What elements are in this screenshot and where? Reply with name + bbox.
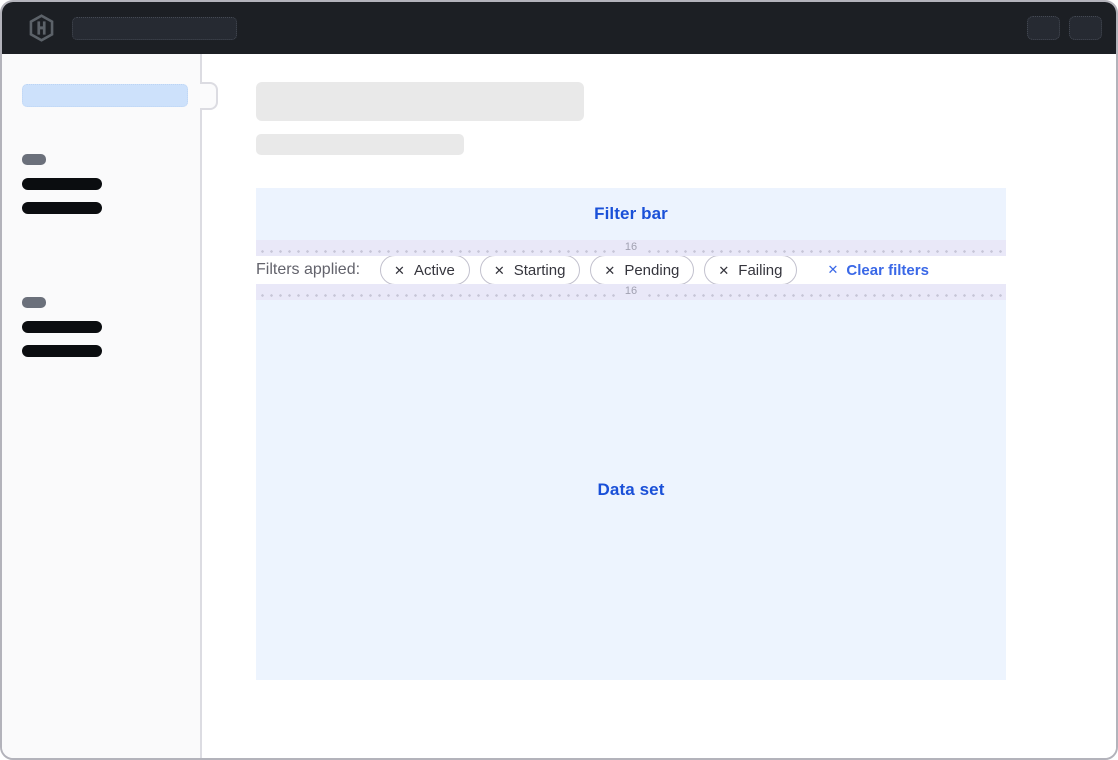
filter-tag-label: Failing [738,262,782,279]
filter-tag-starting[interactable]: ✕ Starting [480,255,581,285]
sidebar-nav-item-skeleton[interactable] [22,202,102,214]
clear-filters-link[interactable]: ✕ Clear filters [827,262,928,279]
dismiss-icon: ✕ [827,262,838,278]
annotated-layout: Filter bar 16 Filters applied: ✕ Active … [256,188,1006,680]
spacing-annotation-bottom: 16 [256,284,1006,300]
sidebar-nav-item-skeleton[interactable] [22,345,102,357]
spacing-value: 16 [617,240,645,254]
filter-tag-active[interactable]: ✕ Active [380,255,470,285]
filter-tag-label: Pending [624,262,679,279]
sidebar-section-label-skeleton [22,154,46,165]
spacing-value: 16 [617,284,645,298]
search-input-skeleton[interactable] [72,17,237,40]
filters-applied-label: Filters applied: [256,261,360,279]
dismiss-icon[interactable]: ✕ [394,264,405,277]
sidebar-active-item-skeleton[interactable] [22,84,188,107]
dismiss-icon[interactable]: ✕ [604,264,615,277]
page-title-skeleton [256,82,584,121]
filter-tag-label: Active [414,262,455,279]
sidebar [2,54,202,758]
filter-tag-pending[interactable]: ✕ Pending [590,255,694,285]
clear-filters-label: Clear filters [846,262,929,279]
filter-tag-failing[interactable]: ✕ Failing [704,255,797,285]
filter-tag-label: Starting [514,262,566,279]
sidebar-section-label-skeleton [22,297,46,308]
topbar-action-button-skeleton[interactable] [1069,16,1102,40]
hashicorp-logo-icon [28,14,55,42]
sidebar-nav-item-skeleton[interactable] [22,321,102,333]
top-nav-bar [2,2,1116,54]
sidebar-nav-item-skeleton[interactable] [22,178,102,190]
page-subtitle-skeleton [256,134,464,155]
main-content: Filter bar 16 Filters applied: ✕ Active … [202,54,1116,758]
data-set-region: Data set [256,300,1006,680]
dismiss-icon[interactable]: ✕ [718,264,729,277]
app-window: Filter bar 16 Filters applied: ✕ Active … [0,0,1118,760]
filter-bar-region: Filter bar [256,188,1006,240]
spacing-annotation-top: 16 [256,240,1006,256]
data-set-annotation: Data set [598,480,665,500]
sidebar-collapse-handle[interactable] [200,82,218,110]
filter-bar-annotation: Filter bar [594,204,668,224]
topbar-action-button-skeleton[interactable] [1027,16,1060,40]
filter-tag-list: ✕ Active ✕ Starting ✕ Pending ✕ Failing [380,255,797,285]
dismiss-icon[interactable]: ✕ [494,264,505,277]
filters-applied-row: Filters applied: ✕ Active ✕ Starting ✕ P… [256,256,1006,284]
